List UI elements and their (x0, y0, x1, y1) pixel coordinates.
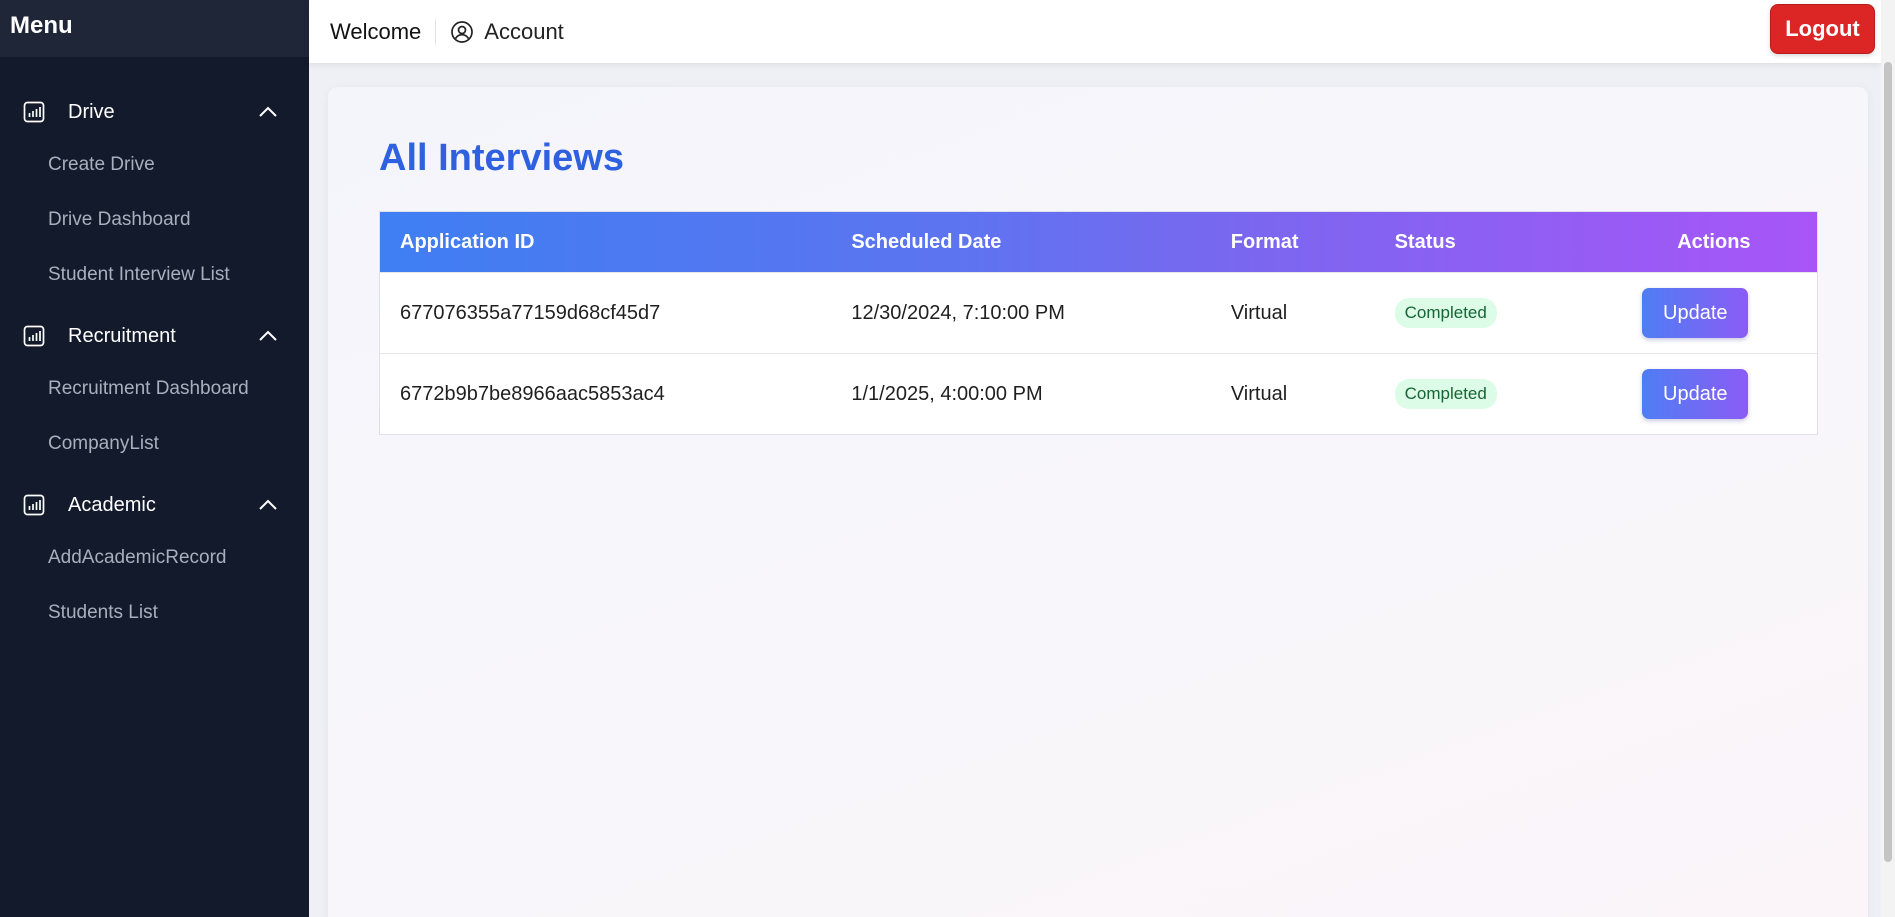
account-label: Account (484, 18, 564, 44)
page-title: All Interviews (379, 137, 624, 179)
cell-application-id: 6772b9b7be8966aac5853ac4 (400, 382, 665, 405)
update-button[interactable]: Update (1642, 369, 1749, 419)
column-header-actions: Actions (1677, 230, 1751, 253)
cell-format: Virtual (1230, 301, 1288, 324)
sidebar-title: Menu (0, 0, 309, 57)
sidebar-section-drive: Drive Create Drive Drive Dashboard Stude… (0, 87, 309, 302)
content-card: All Interviews Application ID Scheduled … (328, 87, 1868, 917)
divider (435, 18, 437, 45)
sidebar-item-recruitment-dashboard[interactable]: Recruitment Dashboard (0, 361, 309, 416)
table-row: 677076355a77159d68cf45d7 12/30/2024, 7:1… (380, 272, 1817, 353)
cell-status: Completed (1375, 298, 1643, 328)
sidebar-item-company-list[interactable]: CompanyList (0, 416, 309, 471)
cell-format: Virtual (1230, 382, 1288, 405)
interviews-table: Application ID Scheduled Date Format Sta… (379, 211, 1818, 435)
scrollbar-thumb[interactable] (1884, 62, 1892, 862)
column-header-application-id: Application ID (400, 230, 535, 253)
sidebar-item-drive-dashboard[interactable]: Drive Dashboard (0, 192, 309, 247)
cell-actions: Update (1642, 369, 1817, 419)
cell-application-id: 677076355a77159d68cf45d7 (400, 301, 661, 324)
column-header-format: Format (1230, 230, 1299, 253)
sidebar-section-label: Academic (68, 493, 156, 516)
account-link[interactable]: Account (450, 19, 564, 45)
sidebar-item-student-interview-list[interactable]: Student Interview List (0, 247, 309, 302)
table-row: 6772b9b7be8966aac5853ac4 1/1/2025, 4:00:… (380, 353, 1817, 434)
top-navbar: Welcome Account Logout (309, 0, 1881, 63)
bar-chart-icon (22, 100, 46, 124)
sidebar-section-label: Drive (68, 100, 115, 123)
sidebar: Menu Drive Create Drive Drive Dashboard … (0, 0, 309, 917)
sidebar-section-academic-toggle[interactable]: Academic (0, 480, 309, 530)
cell-actions: Update (1642, 288, 1817, 338)
cell-scheduled-date: 12/30/2024, 7:10:00 PM (851, 301, 1065, 324)
update-button[interactable]: Update (1642, 288, 1749, 338)
sidebar-section-drive-toggle[interactable]: Drive (0, 87, 309, 137)
sidebar-section-label: Recruitment (68, 324, 176, 347)
sidebar-section-academic: Academic AddAcademicRecord Students List (0, 480, 309, 640)
bar-chart-icon (22, 493, 46, 517)
sidebar-section-recruitment: Recruitment Recruitment Dashboard Compan… (0, 311, 309, 471)
column-header-status: Status (1394, 230, 1456, 253)
table-header: Application ID Scheduled Date Format Sta… (380, 212, 1817, 272)
bar-chart-icon (22, 324, 46, 348)
sidebar-item-create-drive[interactable]: Create Drive (0, 137, 309, 192)
cell-scheduled-date: 1/1/2025, 4:00:00 PM (851, 382, 1043, 405)
welcome-text: Welcome (330, 18, 422, 44)
chevron-up-icon[interactable] (257, 494, 279, 516)
user-circle-icon (451, 20, 474, 43)
chevron-up-icon[interactable] (257, 325, 279, 347)
chevron-up-icon[interactable] (257, 101, 279, 123)
cell-status: Completed (1375, 379, 1643, 409)
sidebar-section-recruitment-toggle[interactable]: Recruitment (0, 311, 309, 361)
status-badge: Completed (1394, 298, 1497, 328)
logout-button[interactable]: Logout (1770, 4, 1875, 54)
sidebar-item-add-academic-record[interactable]: AddAcademicRecord (0, 530, 309, 585)
status-badge: Completed (1394, 379, 1497, 409)
column-header-scheduled-date: Scheduled Date (851, 230, 1002, 253)
vertical-scrollbar[interactable] (1881, 0, 1895, 917)
sidebar-item-students-list[interactable]: Students List (0, 585, 309, 640)
